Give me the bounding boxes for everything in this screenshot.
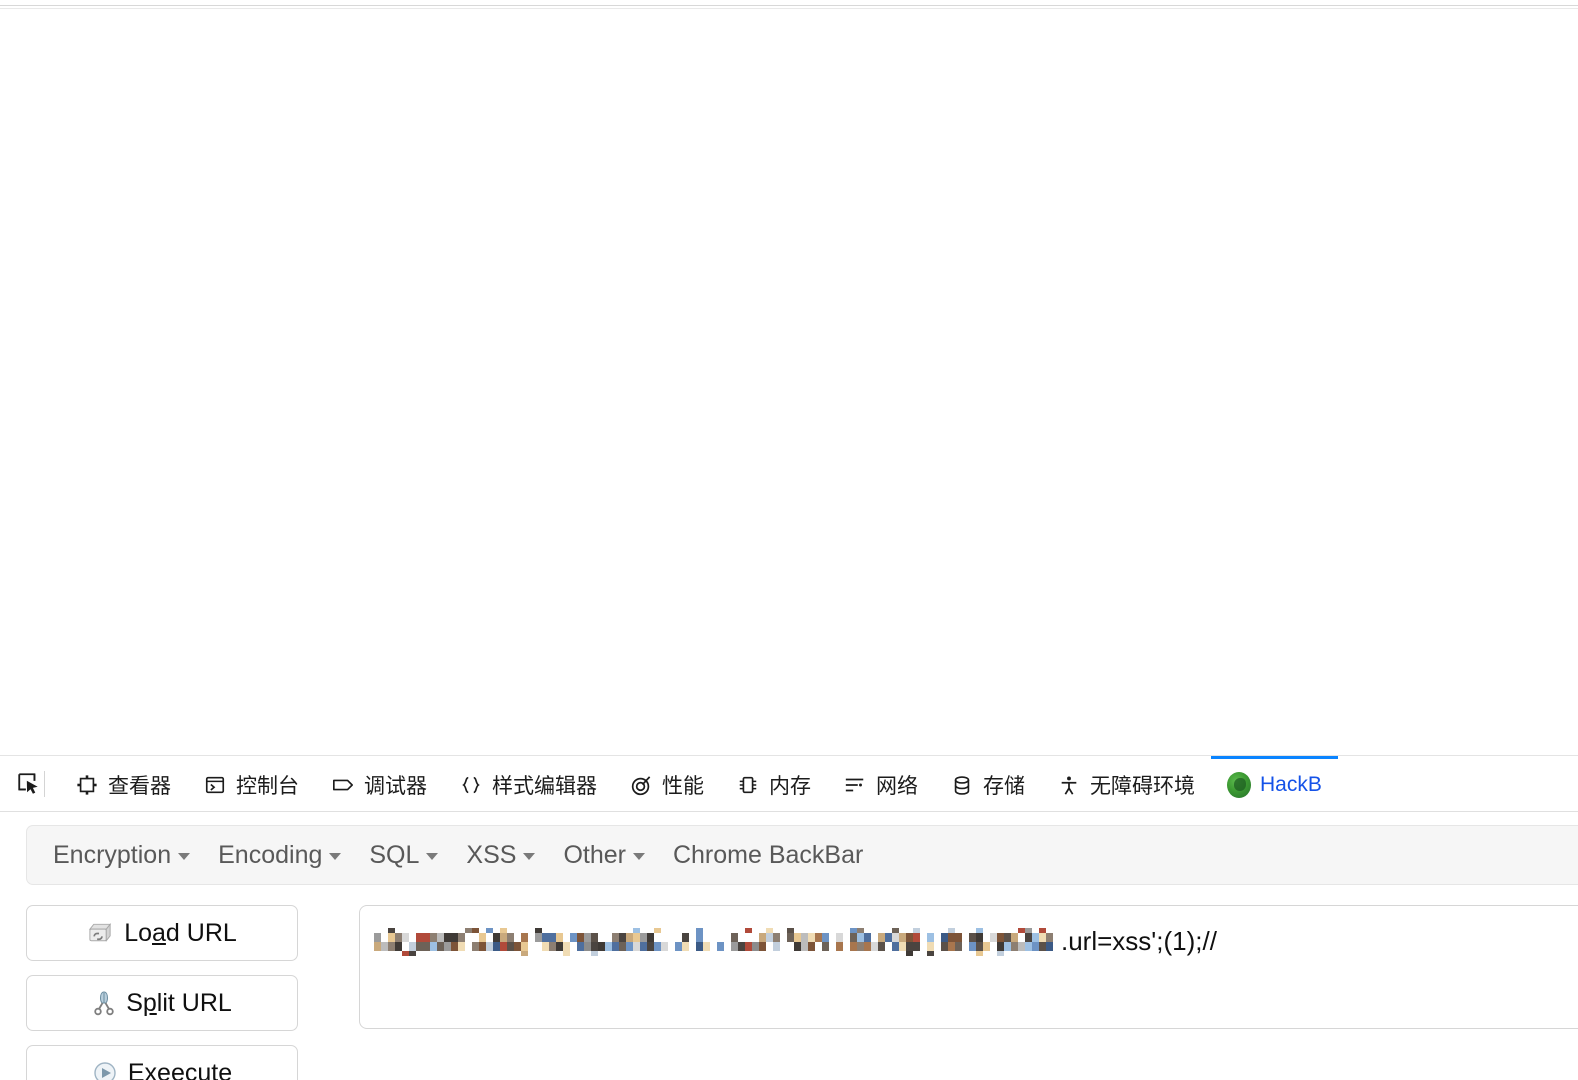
tab-style-editor[interactable]: 样式编辑器 (443, 756, 613, 811)
hackbar-icon (1227, 772, 1251, 798)
tab-label: 内存 (769, 775, 811, 798)
tab-storage[interactable]: 存储 (934, 756, 1041, 811)
load-url-label: Load URL (124, 918, 237, 947)
chevron-down-icon (329, 853, 342, 860)
load-url-icon (87, 921, 114, 945)
tab-performance[interactable]: 性能 (613, 756, 720, 811)
element-picker-wrap (0, 756, 59, 811)
menu-item-label: Chrome BackBar (672, 840, 864, 869)
execute-icon (92, 1060, 118, 1080)
menu-item-label: Encryption (53, 840, 172, 869)
menu-item-other[interactable]: Other (549, 841, 659, 870)
tab-inspector[interactable]: 查看器 (59, 756, 187, 811)
menu-item-encryption[interactable]: Encryption (39, 841, 204, 870)
devtools-toolbar: 查看器 控制台 调试器 样式编辑器 性能 内存 网络 存储 无障碍环境 Hack… (0, 755, 1578, 811)
url-input[interactable]: .url=xss';(1);// (359, 905, 1578, 1029)
tab-memory[interactable]: 内存 (720, 756, 827, 811)
inspector-icon (75, 773, 99, 797)
tab-label: 网络 (876, 775, 918, 798)
storage-icon (950, 773, 974, 797)
page-viewport (0, 9, 1578, 755)
tab-label: 无障碍环境 (1090, 775, 1195, 798)
page-top-divider (0, 5, 1578, 6)
menu-item-encoding[interactable]: Encoding (204, 841, 355, 870)
accessibility-icon (1057, 773, 1081, 797)
redacted-url-mosaic (374, 926, 1060, 956)
chevron-down-icon (426, 853, 439, 860)
network-icon (843, 773, 867, 797)
url-input-content: .url=xss';(1);// (374, 922, 1578, 956)
menu-item-label: Encoding (218, 840, 323, 869)
tab-console[interactable]: 控制台 (187, 756, 315, 811)
tab-label: 调试器 (364, 775, 427, 798)
tab-label: 样式编辑器 (492, 775, 597, 798)
tab-debugger[interactable]: 调试器 (315, 756, 443, 811)
style-editor-icon (459, 773, 483, 797)
chevron-down-icon (632, 853, 645, 860)
tab-label: 控制台 (236, 775, 299, 798)
element-picker-button[interactable] (14, 769, 44, 799)
menu-item-label: SQL (369, 840, 420, 869)
hackbar-action-buttons: Load URL Split URL Exeecute (26, 905, 298, 1080)
tab-hackbar[interactable]: HackB (1211, 756, 1338, 811)
tab-label: 存储 (983, 775, 1025, 798)
execute-button[interactable]: Exeecute (26, 1045, 298, 1080)
hackbar-menubar: Encryption Encoding SQL XSS Other Chrome… (26, 825, 1578, 885)
toolbar-divider (44, 770, 45, 797)
tab-accessibility[interactable]: 无障碍环境 (1041, 756, 1211, 811)
split-url-icon (92, 990, 116, 1016)
chevron-down-icon (523, 853, 536, 860)
element-picker-icon (18, 772, 38, 794)
tab-label: HackB (1260, 773, 1322, 796)
chevron-down-icon (178, 853, 191, 860)
menu-item-label: XSS (466, 840, 517, 869)
performance-icon (629, 773, 653, 797)
tab-network[interactable]: 网络 (827, 756, 934, 811)
url-visible-tail: .url=xss';(1);// (1061, 926, 1217, 956)
devtools-tab-list: 查看器 控制台 调试器 样式编辑器 性能 内存 网络 存储 无障碍环境 Hack… (59, 756, 1578, 811)
hackbar-panel: Encryption Encoding SQL XSS Other Chrome… (0, 811, 1578, 1080)
menu-item-xss[interactable]: XSS (452, 841, 549, 870)
console-icon (203, 773, 227, 797)
memory-icon (736, 773, 760, 797)
menu-item-label: Other (563, 840, 626, 869)
tab-label: 查看器 (108, 775, 171, 798)
menu-item-chrome-backbar[interactable]: Chrome BackBar (659, 841, 877, 870)
tab-label: 性能 (662, 775, 704, 798)
menu-item-sql[interactable]: SQL (355, 841, 452, 870)
split-url-label: Split URL (126, 988, 232, 1017)
load-url-button[interactable]: Load URL (26, 905, 298, 961)
split-url-button[interactable]: Split URL (26, 975, 298, 1031)
screen: 查看器 控制台 调试器 样式编辑器 性能 内存 网络 存储 无障碍环境 Hack… (0, 0, 1578, 1080)
execute-label: Exeecute (127, 1058, 233, 1080)
debugger-icon (331, 773, 355, 797)
